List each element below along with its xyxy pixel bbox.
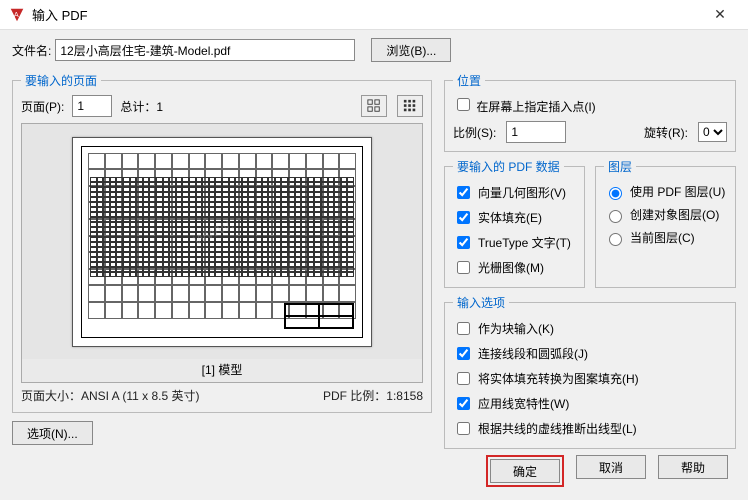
pdf-data-group: 要输入的 PDF 数据 向量几何图形(V) 实体填充(E) TrueType 文… <box>444 158 585 288</box>
rotate-label: 旋转(R): <box>644 124 688 141</box>
rotate-select[interactable]: 0 <box>698 122 727 142</box>
options-button[interactable]: 选项(N)... <box>12 421 93 445</box>
fill-checkbox[interactable]: 实体填充(E) <box>453 208 576 227</box>
create-obj-layers-radio[interactable]: 创建对象图层(O) <box>604 206 727 223</box>
window-title: 输入 PDF <box>32 5 700 24</box>
as-block-checkbox[interactable]: 作为块输入(K) <box>453 319 727 338</box>
layers-legend: 图层 <box>604 158 636 175</box>
file-input[interactable] <box>55 39 355 61</box>
close-icon[interactable]: ✕ <box>700 6 740 23</box>
hatch-checkbox[interactable]: 将实体填充转换为图案填充(H) <box>453 369 727 388</box>
file-row: 文件名: 浏览(B)... <box>12 38 736 62</box>
app-icon: A <box>8 6 26 24</box>
scale-label: 比例(S): <box>453 124 496 141</box>
pages-legend: 要输入的页面 <box>21 72 101 89</box>
pdf-data-legend: 要输入的 PDF 数据 <box>453 158 564 175</box>
titlebar: A 输入 PDF ✕ <box>0 0 748 30</box>
pdf-ratio-label: PDF 比例：1:8158 <box>323 387 423 404</box>
position-group: 位置 在屏幕上指定插入点(I) 比例(S): 旋转(R): 0 <box>444 72 736 152</box>
join-checkbox[interactable]: 连接线段和圆弧段(J) <box>453 344 727 363</box>
browse-button[interactable]: 浏览(B)... <box>371 38 451 62</box>
file-label: 文件名: <box>12 42 51 59</box>
onscreen-checkbox[interactable]: 在屏幕上指定插入点(I) <box>453 100 596 114</box>
scale-input[interactable] <box>506 121 566 143</box>
truetype-checkbox[interactable]: TrueType 文字(T) <box>453 233 576 252</box>
use-pdf-layers-radio[interactable]: 使用 PDF 图层(U) <box>604 183 727 200</box>
grid-view-icon[interactable] <box>397 95 423 117</box>
help-button[interactable]: 帮助 <box>658 455 728 479</box>
infer-checkbox[interactable]: 根据共线的虚线推断出线型(L) <box>453 419 727 438</box>
import-legend: 输入选项 <box>453 294 509 311</box>
cancel-button[interactable]: 取消 <box>576 455 646 479</box>
page-input[interactable] <box>72 95 112 117</box>
thumbnail-view-icon[interactable] <box>361 95 387 117</box>
page-thumbnail[interactable]: www. <box>72 137 372 347</box>
lineweight-checkbox[interactable]: 应用线宽特性(W) <box>453 394 727 413</box>
page-size-label: 页面大小：ANSI A (11 x 8.5 英寸) <box>21 387 200 404</box>
position-legend: 位置 <box>453 72 485 89</box>
pages-group: 要输入的页面 页面(P): 总计：1 <box>12 72 432 413</box>
total-label: 总计：1 <box>120 98 163 115</box>
ok-button[interactable]: 确定 <box>490 459 560 483</box>
page-label: 页面(P): <box>21 98 64 115</box>
import-options-group: 输入选项 作为块输入(K) 连接线段和圆弧段(J) 将实体填充转换为图案填充(H… <box>444 294 736 449</box>
ok-highlight: 确定 <box>486 455 564 487</box>
layers-group: 图层 使用 PDF 图层(U) 创建对象图层(O) 当前图层(C) <box>595 158 736 288</box>
preview-page-name: [1] 模型 <box>22 359 422 382</box>
raster-checkbox[interactable]: 光栅图像(M) <box>453 258 576 277</box>
preview-pane: www. [1] 模型 <box>21 123 423 383</box>
svg-text:A: A <box>14 9 19 18</box>
vector-checkbox[interactable]: 向量几何图形(V) <box>453 183 576 202</box>
current-layer-radio[interactable]: 当前图层(C) <box>604 229 727 246</box>
